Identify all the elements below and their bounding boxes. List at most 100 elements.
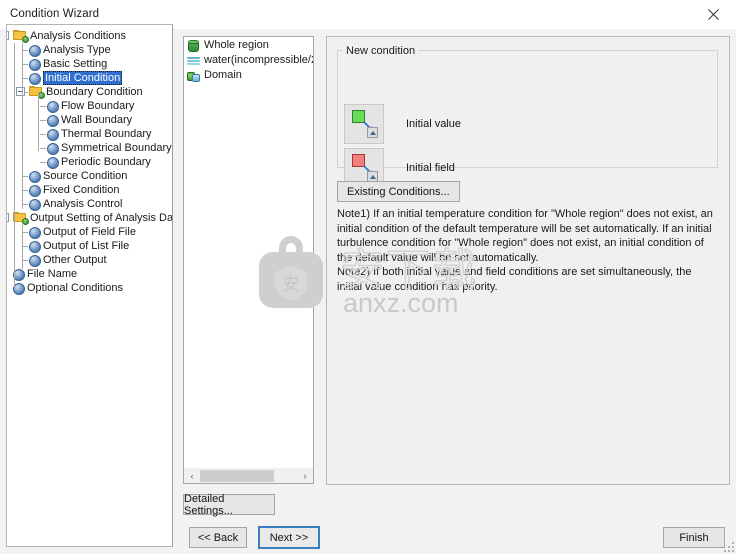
tree-item-source-condition[interactable]: Source Condition bbox=[7, 169, 172, 183]
scroll-right-icon[interactable]: › bbox=[297, 469, 313, 483]
node-bullet-icon bbox=[29, 255, 41, 267]
node-bullet-icon bbox=[47, 143, 59, 155]
tree-item-label: Analysis Control bbox=[43, 198, 123, 210]
tree-item-label: Output of List File bbox=[43, 240, 130, 252]
tree-item-analysis-type[interactable]: Analysis Type bbox=[7, 43, 172, 57]
tree-item-thermal-boundary[interactable]: Thermal Boundary bbox=[7, 127, 172, 141]
list-item-label: Whole region bbox=[204, 39, 269, 51]
tree-item-label: Flow Boundary bbox=[61, 100, 135, 112]
tree-item-label: Output of Field File bbox=[43, 226, 136, 238]
list-item[interactable]: Domain bbox=[184, 69, 313, 84]
detailed-settings-button[interactable]: Detailed Settings... bbox=[183, 493, 275, 517]
list-item[interactable]: Whole region bbox=[184, 39, 313, 54]
initial-field-label: Initial field bbox=[406, 162, 455, 174]
tree-item-label: Analysis Conditions bbox=[30, 30, 126, 42]
tree-item-label: Periodic Boundary bbox=[61, 156, 151, 168]
note-1: Note1) If an initial temperature conditi… bbox=[337, 208, 713, 264]
scrollbar-thumb[interactable] bbox=[200, 469, 274, 482]
tree-item-file-name[interactable]: File Name bbox=[7, 267, 172, 281]
window-title: Condition Wizard bbox=[10, 8, 100, 20]
tree-item-symmetrical-boundary[interactable]: Symmetrical Boundary bbox=[7, 141, 172, 155]
tree-connector bbox=[40, 106, 46, 107]
tree-item-periodic-boundary[interactable]: Periodic Boundary bbox=[7, 155, 172, 169]
condition-tree[interactable]: Analysis Conditions Analysis Type Basic Se… bbox=[6, 24, 173, 547]
node-bullet-icon bbox=[29, 171, 41, 183]
tree-item-label: Fixed Condition bbox=[43, 184, 120, 196]
node-bullet-icon bbox=[47, 115, 59, 127]
scrollbar-track[interactable] bbox=[200, 469, 297, 483]
tree-item-label: Other Output bbox=[43, 254, 107, 266]
node-bullet-icon bbox=[29, 59, 41, 71]
back-button[interactable]: << Back bbox=[189, 527, 247, 548]
folder-icon bbox=[13, 30, 29, 43]
region-list-horizontal-scrollbar[interactable]: ‹ › bbox=[183, 468, 314, 484]
tree-connector bbox=[40, 148, 46, 149]
tree-item-optional-conditions[interactable]: Optional Conditions bbox=[7, 281, 172, 295]
tree-item-label: Initial Condition bbox=[43, 71, 123, 85]
next-button[interactable]: Next >> bbox=[258, 526, 320, 549]
tree-item-basic-setting[interactable]: Basic Setting bbox=[7, 57, 172, 71]
initial-value-icon[interactable] bbox=[344, 104, 384, 144]
node-bullet-icon bbox=[29, 199, 41, 211]
tree-item-label: Basic Setting bbox=[43, 58, 108, 70]
tree-connector bbox=[40, 134, 46, 135]
tree-item-output-of-list-file[interactable]: Output of List File bbox=[7, 239, 172, 253]
folder-icon bbox=[29, 86, 45, 99]
tree-connector bbox=[40, 162, 46, 163]
tree-expander-minus-icon[interactable] bbox=[7, 31, 9, 40]
finish-button[interactable]: Finish bbox=[663, 527, 725, 548]
note-2: Note2) If both initial value and field c… bbox=[337, 266, 692, 293]
tree-item-label: Output Setting of Analysis Data bbox=[30, 212, 173, 224]
list-item-label: Domain bbox=[204, 69, 242, 81]
arrow-up-badge-icon bbox=[367, 127, 378, 138]
node-bullet-icon bbox=[47, 157, 59, 169]
wave-icon bbox=[187, 55, 204, 67]
tree-expander-minus-icon[interactable] bbox=[7, 213, 9, 222]
tree-item-label: Boundary Condition bbox=[46, 86, 143, 98]
condition-wizard-window: Condition Wizard Analysis Conditions Anal… bbox=[0, 0, 736, 554]
tree-item-boundary-condition[interactable]: Boundary Condition bbox=[7, 85, 172, 99]
node-bullet-icon bbox=[29, 241, 41, 253]
tree-item-analysis-conditions[interactable]: Analysis Conditions bbox=[7, 29, 172, 43]
tree-item-flow-boundary[interactable]: Flow Boundary bbox=[7, 99, 172, 113]
initial-value-row[interactable]: Initial value bbox=[344, 104, 704, 144]
existing-conditions-button[interactable]: Existing Conditions... bbox=[337, 181, 460, 202]
new-condition-group-title: New condition bbox=[343, 45, 419, 57]
tree-item-initial-condition[interactable]: Initial Condition bbox=[7, 71, 172, 85]
tree-connector bbox=[22, 43, 23, 209]
tree-item-label: File Name bbox=[27, 268, 78, 280]
tree-connector bbox=[14, 43, 15, 287]
region-list[interactable]: Whole region water(incompressible/20C) c D… bbox=[183, 36, 314, 484]
node-bullet-icon bbox=[29, 185, 41, 197]
tree-item-wall-boundary[interactable]: Wall Boundary bbox=[7, 113, 172, 127]
new-condition-panel: New condition Initial value Initial fiel… bbox=[326, 36, 730, 485]
list-item[interactable]: water(incompressible/20C) c bbox=[184, 54, 313, 69]
scroll-left-icon[interactable]: ‹ bbox=[184, 469, 200, 483]
list-item-label: water(incompressible/20C) c bbox=[204, 54, 313, 66]
tree-item-label: Thermal Boundary bbox=[61, 128, 152, 140]
node-bullet-icon bbox=[47, 129, 59, 141]
tree-item-other-output[interactable]: Other Output bbox=[7, 253, 172, 267]
tree-item-label: Symmetrical Boundary bbox=[61, 142, 172, 154]
initial-value-label: Initial value bbox=[406, 118, 462, 130]
cube-icon bbox=[187, 40, 204, 52]
node-bullet-icon bbox=[29, 45, 41, 57]
node-bullet-icon bbox=[29, 227, 41, 239]
notes-block: Note1) If an initial temperature conditi… bbox=[337, 207, 718, 295]
tree-item-label: Optional Conditions bbox=[27, 282, 124, 294]
node-bullet-icon bbox=[47, 101, 59, 113]
tree-expander-minus-icon[interactable] bbox=[16, 87, 25, 96]
tree-item-fixed-condition[interactable]: Fixed Condition bbox=[7, 183, 172, 197]
tree-connector bbox=[22, 225, 23, 269]
domain-icon bbox=[187, 70, 204, 82]
tree-item-output-setting-of-analysis-data[interactable]: Output Setting of Analysis Data bbox=[7, 211, 172, 225]
tree-item-label: Analysis Type bbox=[43, 44, 111, 56]
tree-item-output-of-field-file[interactable]: Output of Field File bbox=[7, 225, 172, 239]
tree-item-label: Source Condition bbox=[43, 170, 128, 182]
tree-item-label: Wall Boundary bbox=[61, 114, 133, 126]
tree-item-analysis-control[interactable]: Analysis Control bbox=[7, 197, 172, 211]
resize-grip[interactable] bbox=[722, 540, 734, 552]
tree-connector bbox=[40, 120, 46, 121]
close-icon[interactable] bbox=[691, 0, 736, 29]
folder-icon bbox=[13, 212, 29, 225]
